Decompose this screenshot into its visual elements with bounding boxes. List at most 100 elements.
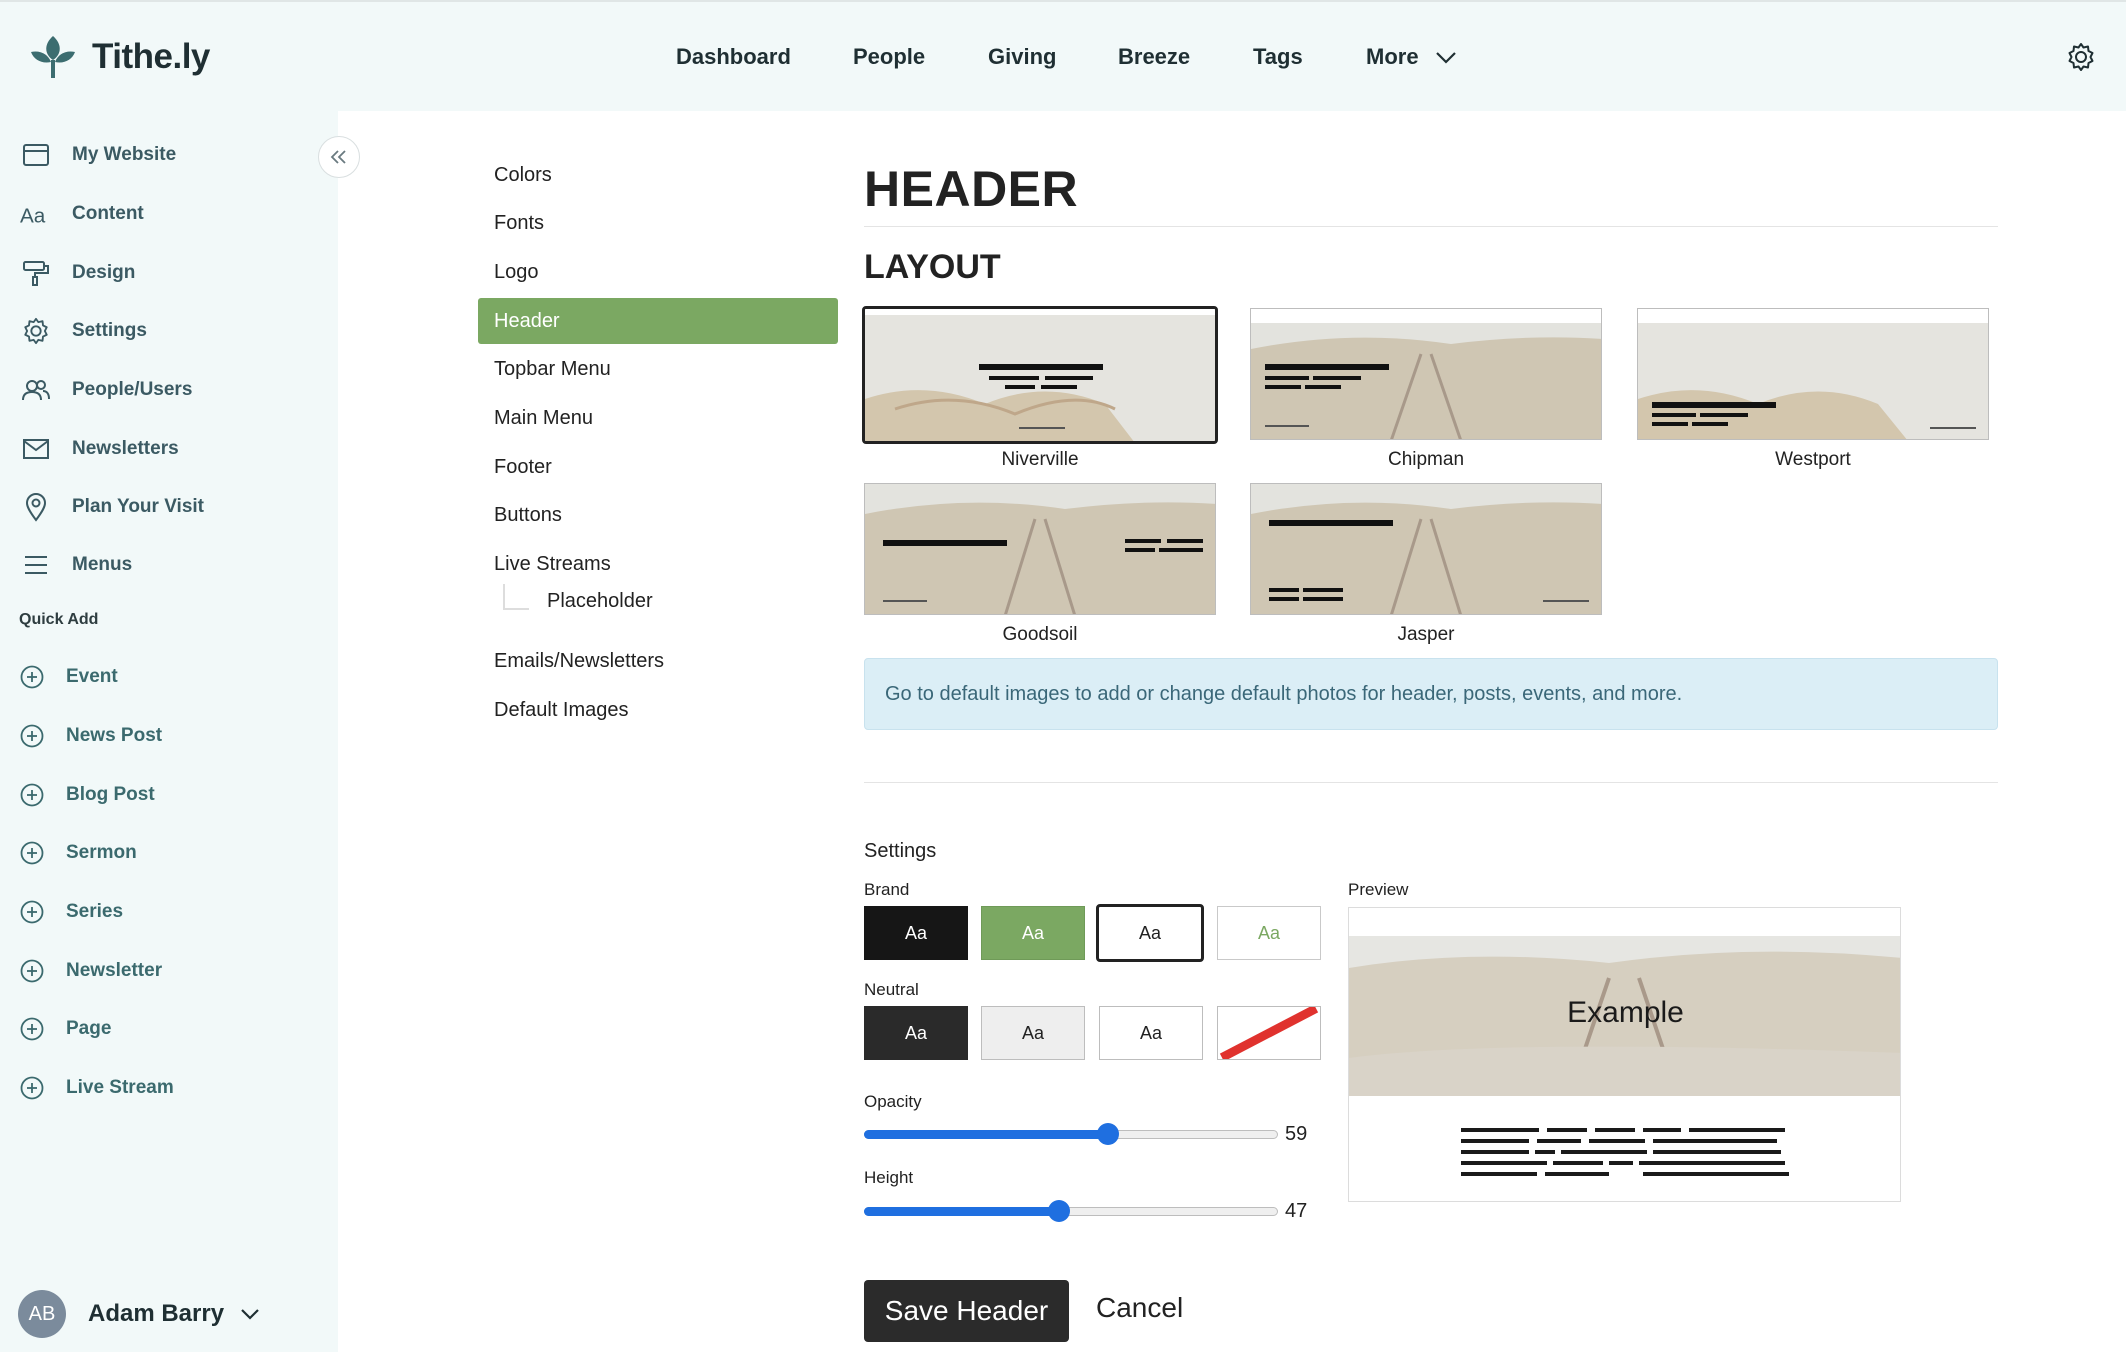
save-header-button[interactable]: Save Header <box>864 1280 1069 1342</box>
layout-thumbnail <box>865 309 1215 441</box>
neutral-swatch-dark[interactable]: Aa <box>864 1006 968 1060</box>
double-chevron-left-icon <box>330 150 346 164</box>
preview-image <box>1349 908 1900 1201</box>
opacity-value: 59 <box>1285 1123 1308 1145</box>
default-images-info[interactable]: Go to default images to add or change de… <box>864 658 1998 730</box>
layout-card-goodsoil[interactable] <box>864 483 1216 615</box>
collapse-sidebar-button[interactable] <box>318 136 360 178</box>
sidebar-item-label: Plan Your Visit <box>72 496 204 517</box>
text-aa-icon: Aa <box>20 198 52 230</box>
quick-add-title: Quick Add <box>19 611 99 628</box>
height-slider[interactable] <box>864 1200 1278 1222</box>
quick-add-label: Live Stream <box>66 1077 174 1098</box>
swatch-text: Aa <box>1138 922 1162 943</box>
neutral-swatch-none[interactable] <box>1217 1006 1321 1060</box>
plus-circle-icon <box>16 1072 48 1104</box>
subnav-buttons[interactable]: Buttons <box>478 492 838 538</box>
brand-logo[interactable]: Tithe.ly <box>28 32 210 82</box>
layout-card-niverville[interactable] <box>862 306 1218 444</box>
height-value: 47 <box>1285 1200 1308 1222</box>
nav-breeze[interactable]: Breeze <box>1118 44 1190 70</box>
preview-example-text: Example <box>1567 996 1684 1029</box>
layout-name-chipman: Chipman <box>1387 449 1465 470</box>
users-icon <box>20 374 52 406</box>
user-menu[interactable]: AB Adam Barry <box>18 1290 260 1338</box>
swatch-text: Aa <box>1021 1022 1045 1043</box>
nav-giving[interactable]: Giving <box>988 44 1056 70</box>
divider <box>864 226 1998 227</box>
quick-add-label: Newsletter <box>66 960 163 981</box>
swatch-text: Aa <box>1021 922 1045 943</box>
brand-swatch-white-selected[interactable]: Aa <box>1096 904 1204 962</box>
brand-swatch-green[interactable]: Aa <box>981 906 1085 960</box>
cancel-button[interactable]: Cancel <box>1096 1292 1183 1324</box>
subnav-placeholder-label: Placeholder <box>547 590 653 612</box>
sidebar-item-label: People/Users <box>72 379 193 400</box>
layout-card-jasper[interactable] <box>1250 483 1602 615</box>
quick-add-label: Page <box>66 1018 112 1039</box>
settings-gear-button[interactable] <box>2066 42 2096 77</box>
swatch-text: Aa <box>904 1022 928 1043</box>
subnav-default-images[interactable]: Default Images <box>478 687 838 733</box>
nav-more[interactable]: More <box>1366 44 1457 70</box>
slider-fill <box>864 1130 1109 1139</box>
subnav-placeholder[interactable]: Placeholder <box>503 584 653 613</box>
page-title: HEADER <box>864 161 1079 217</box>
subnav-colors[interactable]: Colors <box>478 152 838 198</box>
layout-card-chipman[interactable] <box>1250 308 1602 440</box>
nav-more-label: More <box>1366 44 1419 69</box>
subnav-logo[interactable]: Logo <box>478 249 838 295</box>
plus-circle-icon <box>16 837 48 869</box>
sidebar: My Website Aa Content Design Settings Pe… <box>0 111 338 1352</box>
subnav-header[interactable]: Header <box>478 298 838 344</box>
neutral-swatch-light[interactable]: Aa <box>981 1006 1085 1060</box>
subnav-emails-newsletters[interactable]: Emails/Newsletters <box>478 638 838 684</box>
slider-thumb[interactable] <box>1097 1123 1120 1145</box>
info-text: Go to default images to add or change de… <box>885 682 1683 705</box>
opacity-slider[interactable] <box>864 1123 1278 1145</box>
neutral-swatch-white[interactable]: Aa <box>1099 1006 1203 1060</box>
sidebar-item-label: Newsletters <box>72 438 179 459</box>
no-color-slash-icon <box>1219 1007 1319 1059</box>
swatch-text: Aa <box>1257 922 1281 943</box>
chevron-down-icon <box>241 1309 259 1320</box>
subnav-live-streams[interactable]: Live Streams <box>478 541 838 587</box>
brand-name: Tithe.ly <box>92 37 210 76</box>
layout-card-westport[interactable] <box>1637 308 1989 440</box>
slider-thumb[interactable] <box>1047 1200 1070 1222</box>
subnav-main-menu[interactable]: Main Menu <box>478 395 838 441</box>
layout-thumbnail <box>865 484 1215 614</box>
sidebar-item-label: My Website <box>72 144 177 165</box>
layout-name-goodsoil: Goodsoil <box>1002 624 1078 645</box>
layout-name-jasper: Jasper <box>1397 624 1455 645</box>
chevron-down-icon <box>1435 52 1456 64</box>
nav-people[interactable]: People <box>853 44 925 70</box>
nav-dashboard[interactable]: Dashboard <box>676 44 791 70</box>
quick-add-label: Sermon <box>66 842 137 863</box>
sidebar-item-label: Settings <box>72 320 147 341</box>
plus-circle-icon <box>16 896 48 928</box>
header-preview: Example <box>1348 907 1901 1202</box>
quick-add-label: Blog Post <box>66 784 155 805</box>
plus-circle-icon <box>16 1013 48 1045</box>
subnav-footer[interactable]: Footer <box>478 444 838 490</box>
layout-section-title: LAYOUT <box>864 248 1001 286</box>
subnav-topbar-menu[interactable]: Topbar Menu <box>478 346 838 392</box>
avatar: AB <box>18 1290 66 1338</box>
subnav-fonts[interactable]: Fonts <box>478 200 838 246</box>
neutral-label: Neutral <box>864 980 919 999</box>
top-bar: Tithe.ly Dashboard People Giving Breeze … <box>0 0 2126 111</box>
tree-connector <box>503 584 529 610</box>
leaf-logo-icon <box>31 36 75 78</box>
layout-thumbnail <box>1638 309 1988 439</box>
gear-icon <box>20 315 52 347</box>
brand-swatch-white-green[interactable]: Aa <box>1217 906 1321 960</box>
brand-swatch-black[interactable]: Aa <box>864 906 968 960</box>
settings-title: Settings <box>864 840 937 862</box>
brand-label: Brand <box>864 880 910 899</box>
plus-circle-icon <box>16 955 48 987</box>
quick-add-label: Event <box>66 666 118 687</box>
map-pin-icon <box>20 491 52 523</box>
gear-icon <box>2068 43 2094 71</box>
nav-tags[interactable]: Tags <box>1253 44 1303 70</box>
